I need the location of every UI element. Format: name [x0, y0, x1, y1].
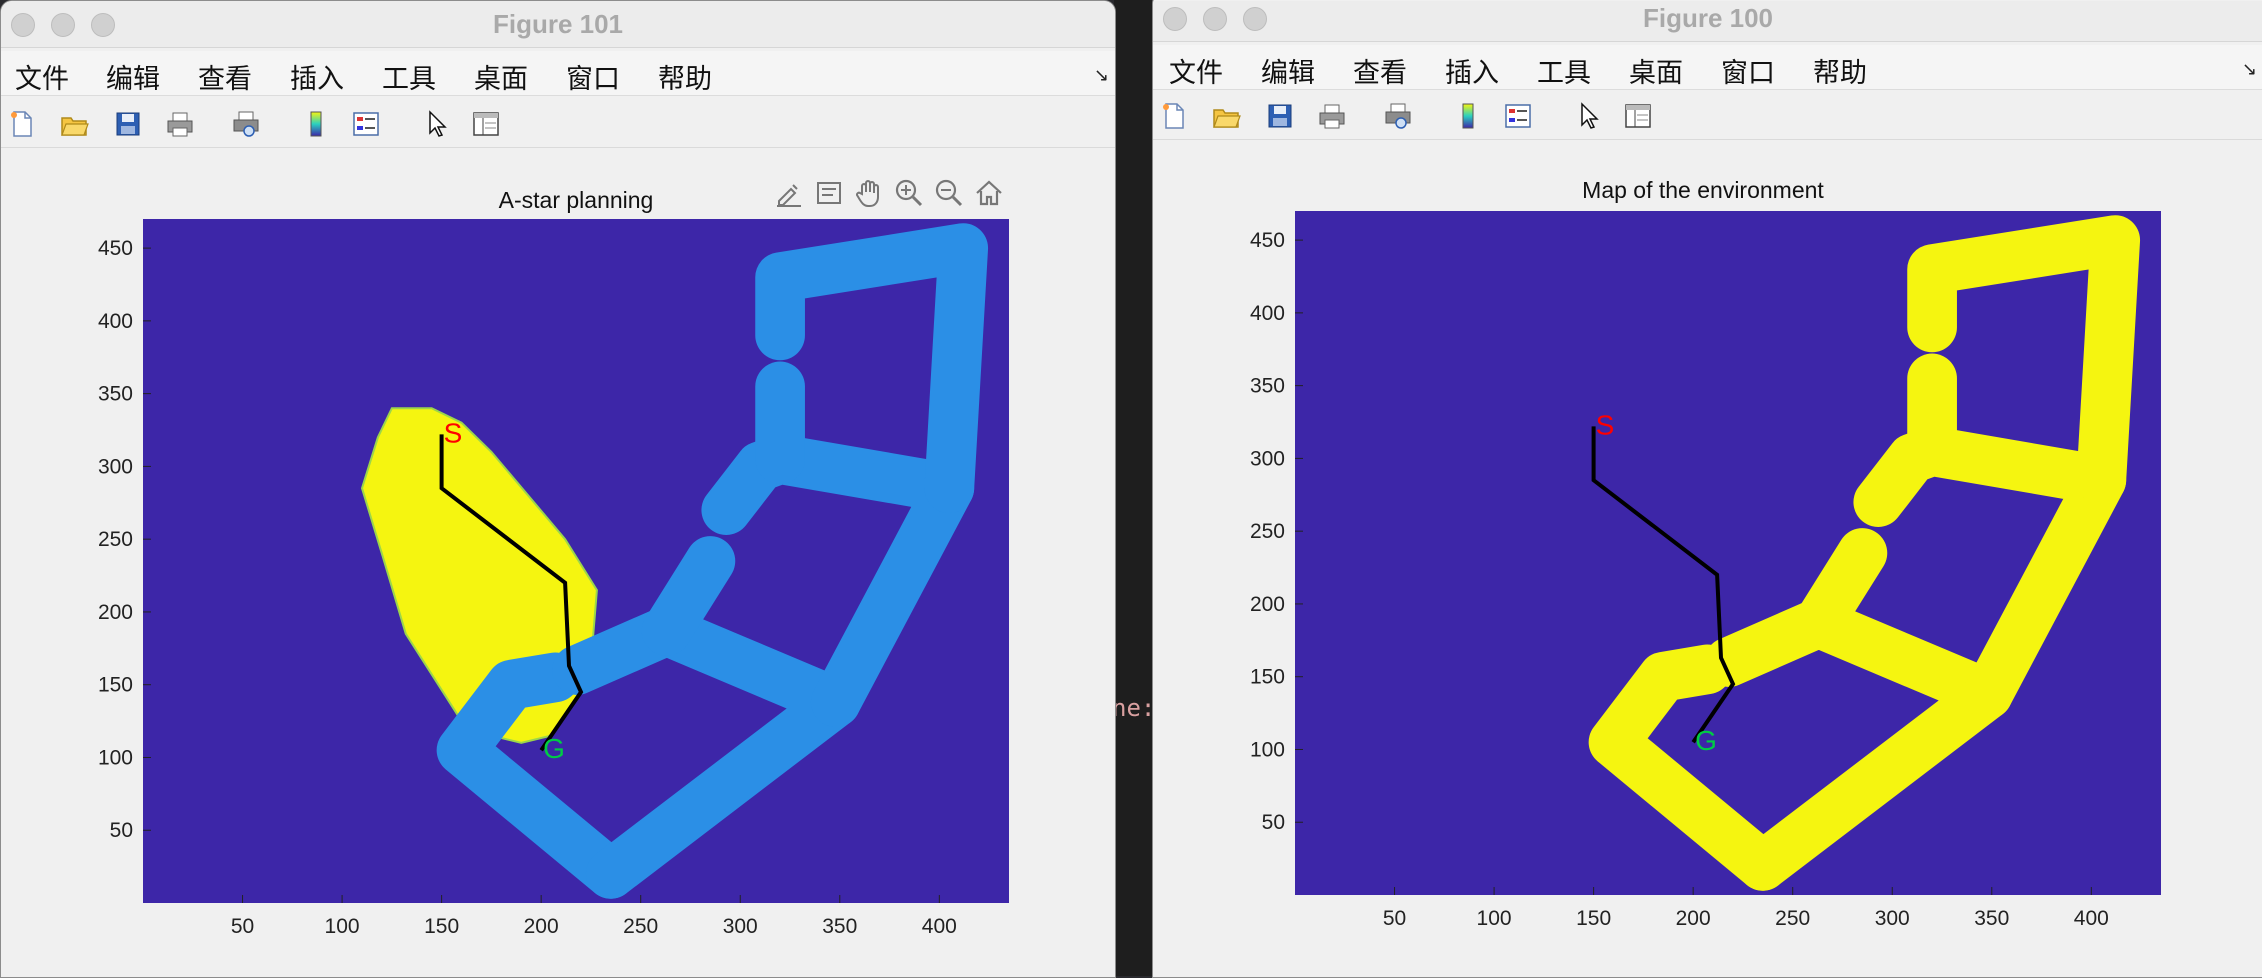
menu-edit[interactable]: 编辑	[1261, 51, 1315, 90]
pan-icon[interactable]	[853, 177, 885, 209]
menu-bar: 文件 编辑 查看 插入 工具 桌面 窗口 帮助 ↘	[1153, 45, 2262, 90]
x-tick-label: 300	[723, 915, 758, 938]
terminal-text-fragment: ne:	[1112, 694, 1156, 722]
save-icon[interactable]	[1265, 101, 1295, 131]
menu-edit[interactable]: 编辑	[106, 57, 160, 96]
save-icon[interactable]	[113, 109, 143, 139]
new-file-icon[interactable]	[1159, 101, 1189, 131]
start-label: S	[444, 417, 463, 448]
y-tick-label: 450	[98, 237, 133, 260]
x-tick-label: 350	[822, 915, 857, 938]
x-tick-label: 150	[1576, 907, 1611, 930]
y-tick-label: 150	[98, 674, 133, 697]
free-space-background	[1295, 211, 2161, 895]
y-tick-label: 50	[1262, 811, 1285, 834]
menu-help[interactable]: 帮助	[658, 57, 712, 96]
menu-window[interactable]: 窗口	[1721, 51, 1775, 90]
x-tick-label: 200	[1676, 907, 1711, 930]
home-icon[interactable]	[973, 177, 1005, 209]
x-tick-label: 300	[1875, 907, 1910, 930]
goal-label: G	[543, 733, 565, 764]
y-tick-label: 250	[1250, 520, 1285, 543]
window-title: Figure 100	[1642, 3, 1774, 33]
menu-tools[interactable]: 工具	[382, 57, 436, 96]
y-tick-label: 200	[1250, 593, 1285, 616]
y-tick-label: 150	[1250, 666, 1285, 689]
datatip-icon[interactable]	[813, 177, 845, 209]
y-tick-label: 100	[98, 746, 133, 769]
x-tick-label: 400	[922, 915, 957, 938]
colorbar-icon[interactable]	[1453, 101, 1483, 131]
plot-area-101[interactable]: S G 50 100 150 200 250 300 350 400 50 100 150 200 250 3…	[61, 211, 1061, 951]
y-tick-label: 350	[1250, 375, 1285, 398]
property-inspector-icon[interactable]	[471, 109, 501, 139]
figure-100-window[interactable]: Figure 100 文件 编辑 查看 插入 工具 桌面 窗口 帮助 ↘ Map…	[1152, 0, 2262, 978]
chart-title: A-star planning	[498, 187, 654, 213]
menu-tools[interactable]: 工具	[1537, 51, 1591, 90]
y-tick-label: 100	[1250, 738, 1285, 761]
open-folder-icon[interactable]	[1211, 101, 1241, 131]
x-tick-label: 350	[1974, 907, 2009, 930]
y-tick-label: 250	[98, 528, 133, 551]
menu-view[interactable]: 查看	[1353, 51, 1407, 90]
legend-icon[interactable]	[351, 109, 381, 139]
menu-desktop[interactable]: 桌面	[1629, 51, 1683, 90]
open-folder-icon[interactable]	[59, 109, 89, 139]
start-label: S	[1596, 409, 1615, 440]
x-tick-label: 250	[623, 915, 658, 938]
figure-101-window[interactable]: Figure 101 文件 编辑 查看 插入 工具 桌面 窗口 帮助 ↘ A-s…	[0, 0, 1116, 978]
print-icon[interactable]	[165, 109, 195, 139]
title-bar[interactable]: Figure 101	[1, 1, 1115, 48]
title-bar[interactable]: Figure 100	[1153, 1, 2262, 42]
background-terminal	[1114, 0, 1152, 976]
x-tick-label: 200	[524, 915, 559, 938]
new-file-icon[interactable]	[7, 109, 37, 139]
y-tick-label: 350	[98, 383, 133, 406]
y-tick-label: 300	[1250, 447, 1285, 470]
zoom-out-icon[interactable]	[933, 177, 965, 209]
menu-view[interactable]: 查看	[198, 57, 252, 96]
colorbar-icon[interactable]	[301, 109, 331, 139]
zoom-in-icon[interactable]	[893, 177, 925, 209]
toolbar-dock-icon[interactable]: ↘	[1094, 65, 1109, 86]
y-tick-label: 200	[98, 601, 133, 624]
y-tick-label: 400	[98, 310, 133, 333]
x-tick-label: 50	[231, 915, 254, 938]
y-tick-label: 300	[98, 455, 133, 478]
pointer-icon[interactable]	[421, 109, 451, 139]
x-tick-label: 100	[325, 915, 360, 938]
menu-file[interactable]: 文件	[1169, 51, 1223, 90]
x-tick-label: 150	[424, 915, 459, 938]
toolbar-dock-icon[interactable]: ↘	[2242, 59, 2257, 80]
menu-bar: 文件 编辑 查看 插入 工具 桌面 窗口 帮助 ↘	[1, 51, 1115, 96]
menu-help[interactable]: 帮助	[1813, 51, 1867, 90]
x-tick-label: 400	[2074, 907, 2109, 930]
legend-icon[interactable]	[1503, 101, 1533, 131]
brush-icon[interactable]	[773, 177, 805, 209]
menu-insert[interactable]: 插入	[1445, 51, 1499, 90]
menu-window[interactable]: 窗口	[566, 57, 620, 96]
x-tick-label: 100	[1477, 907, 1512, 930]
menu-insert[interactable]: 插入	[290, 57, 344, 96]
print-icon[interactable]	[1317, 101, 1347, 131]
axes-toolbar	[773, 177, 1005, 209]
y-tick-label: 400	[1250, 302, 1285, 325]
figure-toolbar	[1153, 93, 2262, 140]
menu-file[interactable]: 文件	[15, 57, 69, 96]
y-tick-label: 50	[110, 819, 133, 842]
window-title: Figure 101	[492, 9, 624, 39]
plot-area-100[interactable]: S G 50 100 150 200 250 300 350 400 50 100 150 200 250 3…	[1213, 203, 2213, 943]
x-tick-label: 250	[1775, 907, 1810, 930]
print-preview-icon[interactable]	[231, 109, 261, 139]
figure-toolbar	[1, 101, 1115, 148]
goal-label: G	[1695, 725, 1717, 756]
property-inspector-icon[interactable]	[1623, 101, 1653, 131]
y-tick-label: 450	[1250, 229, 1285, 252]
menu-desktop[interactable]: 桌面	[474, 57, 528, 96]
x-tick-label: 50	[1383, 907, 1406, 930]
pointer-icon[interactable]	[1573, 101, 1603, 131]
print-preview-icon[interactable]	[1383, 101, 1413, 131]
chart-title: Map of the environment	[1582, 177, 1824, 203]
